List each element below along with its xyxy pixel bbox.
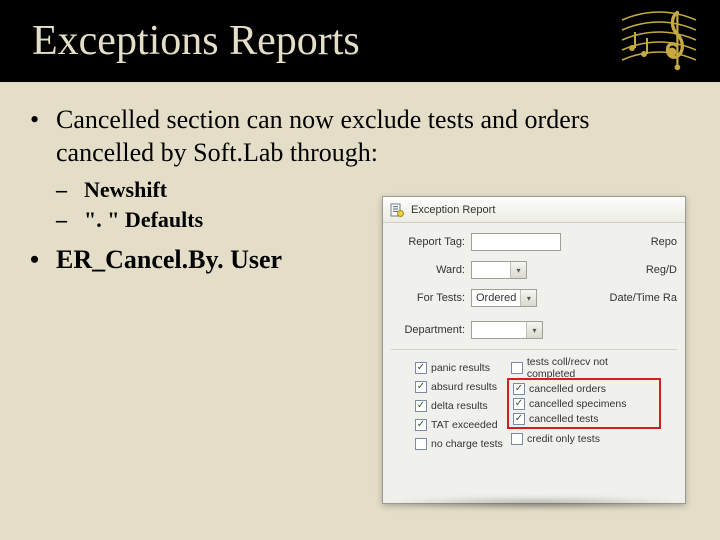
chevron-down-icon[interactable]: ▾ (526, 322, 542, 338)
checkbox-col-1: panic results absurd results delta resul… (413, 360, 509, 452)
for-tests-value: Ordered (472, 292, 520, 304)
chk-cancelled-orders[interactable]: cancelled orders (511, 381, 657, 396)
label-department: Department: (391, 324, 465, 336)
report-icon (389, 202, 405, 218)
row-ward: Ward: ▾ Reg/D (391, 261, 677, 279)
bullet-text: Cancelled section can now exclude tests … (56, 105, 590, 167)
chk-label: no charge tests (431, 438, 503, 450)
checkbox-icon (511, 433, 523, 445)
label-datetime-range: Date/Time Ra (604, 292, 677, 304)
label-ward: Ward: (391, 264, 465, 276)
chevron-down-icon[interactable]: ▾ (510, 262, 526, 278)
chevron-down-icon[interactable]: ▾ (520, 290, 536, 306)
chk-label: panic results (431, 362, 490, 374)
ward-combo[interactable]: ▾ (471, 261, 527, 279)
label-reg-right: Reg/D (640, 264, 677, 276)
chk-label: tests coll/recv not completed (527, 356, 657, 380)
chk-label: credit only tests (527, 433, 600, 445)
label-report-tag: Report Tag: (391, 236, 465, 248)
checkbox-icon (415, 438, 427, 450)
checkbox-icon (513, 383, 525, 395)
chk-delta-results[interactable]: delta results (413, 398, 509, 414)
chk-tat-exceeded[interactable]: TAT exceeded (413, 417, 509, 433)
checkbox-icon (513, 413, 525, 425)
chk-cancelled-tests[interactable]: cancelled tests (511, 411, 657, 426)
slide-title: Exceptions Reports (32, 17, 360, 65)
cancelled-highlight-box: cancelled orders cancelled specimens can… (507, 378, 661, 429)
chk-label: absurd results (431, 381, 497, 393)
chk-credit-only-tests[interactable]: credit only tests (509, 431, 659, 447)
for-tests-combo[interactable]: Ordered ▾ (471, 289, 537, 307)
dialog-title: Exception Report (411, 204, 495, 216)
dialog-form: Report Tag: Repo Ward: ▾ Reg/D For Tests… (383, 223, 685, 458)
checkbox-icon (513, 398, 525, 410)
chk-cancelled-specimens[interactable]: cancelled specimens (511, 396, 657, 411)
chk-no-charge-tests[interactable]: no charge tests (413, 436, 509, 452)
music-logo (614, 2, 704, 78)
chk-tests-coll-recv[interactable]: tests coll/recv not completed (509, 360, 659, 376)
chk-panic-results[interactable]: panic results (413, 360, 509, 376)
checkbox-col-2: tests coll/recv not completed cancelled … (509, 360, 659, 452)
chk-label: TAT exceeded (431, 419, 498, 431)
chk-label: cancelled tests (529, 413, 598, 425)
row-report-tag: Report Tag: Repo (391, 233, 677, 251)
checkbox-icon (415, 419, 427, 431)
row-for-tests: For Tests: Ordered ▾ Date/Time Ra (391, 289, 677, 307)
checkbox-icon (415, 400, 427, 412)
label-for-tests: For Tests: (391, 292, 465, 304)
label-report-right: Repo (645, 236, 677, 248)
title-bar: Exceptions Reports (0, 0, 720, 82)
report-tag-input[interactable] (471, 233, 561, 251)
row-department: Department: ▾ (391, 321, 677, 350)
chk-absurd-results[interactable]: absurd results (413, 379, 509, 395)
exception-report-dialog: Exception Report Report Tag: Repo Ward: … (382, 196, 686, 504)
chk-label: delta results (431, 400, 488, 412)
checkbox-icon (415, 362, 427, 374)
department-combo[interactable]: ▾ (471, 321, 543, 339)
chk-label: cancelled specimens (529, 398, 626, 410)
checkbox-grid: panic results absurd results delta resul… (391, 358, 677, 452)
chk-label: cancelled orders (529, 383, 606, 395)
checkbox-icon (415, 381, 427, 393)
dialog-title-bar: Exception Report (383, 197, 685, 223)
checkbox-icon (511, 362, 523, 374)
